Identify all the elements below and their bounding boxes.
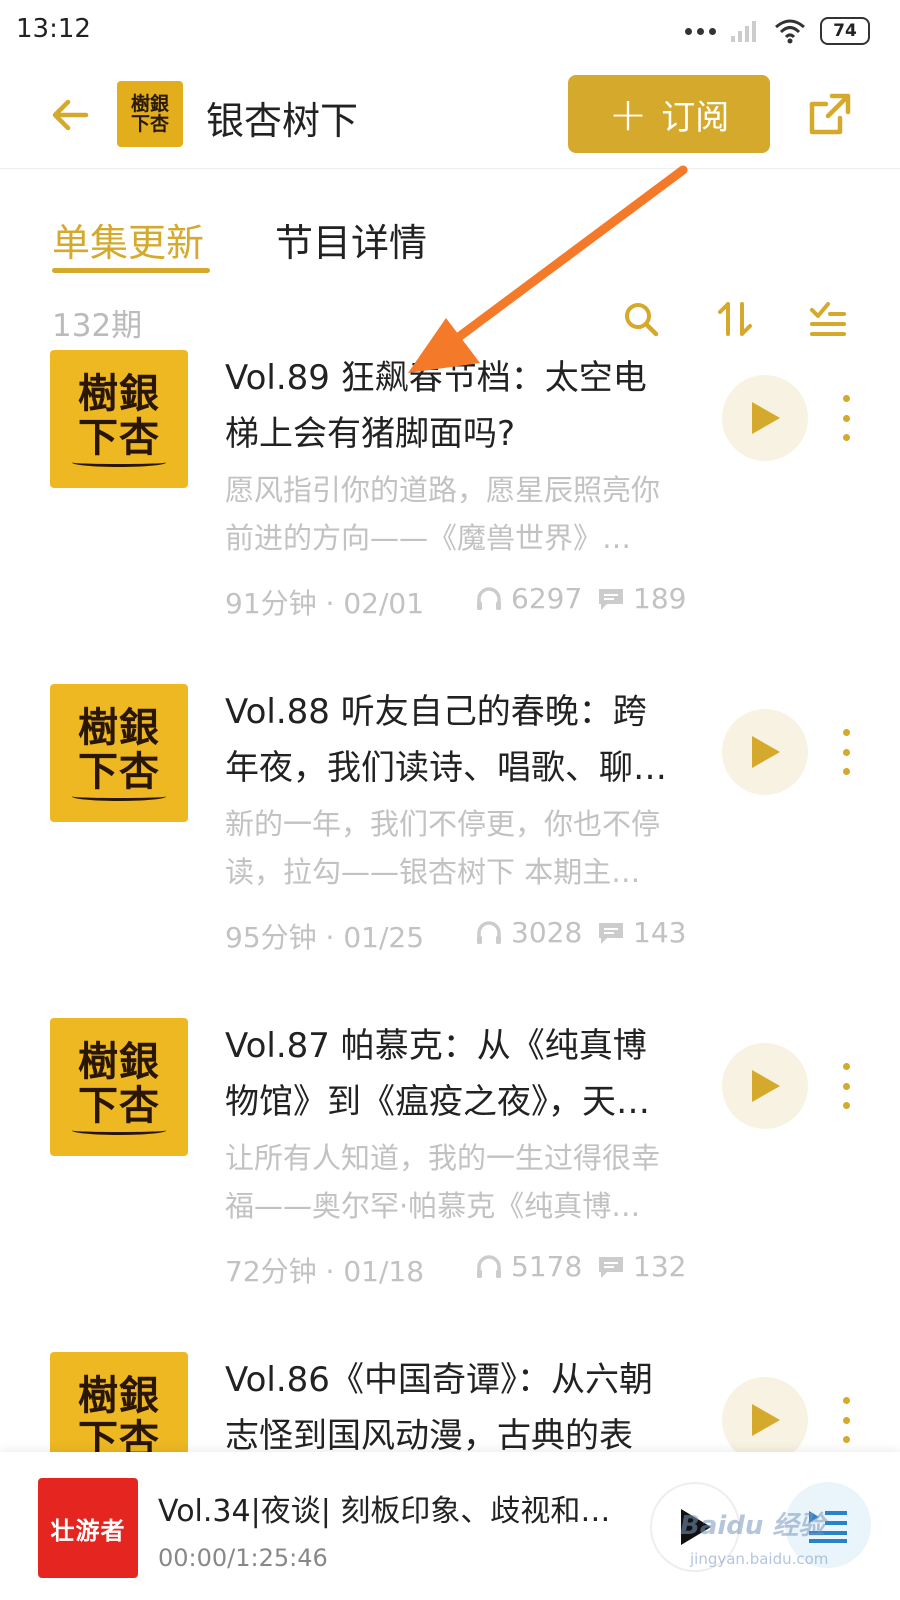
play-count: 5178 bbox=[475, 1250, 582, 1283]
episode-duration-date: 72分钟 · 01/18 bbox=[225, 1255, 425, 1288]
headphones-icon bbox=[477, 920, 501, 944]
play-count: 3028 bbox=[475, 916, 582, 949]
play-count-value: 6297 bbox=[511, 582, 583, 615]
battery-icon: 74 bbox=[820, 17, 870, 45]
more-options-icon[interactable] bbox=[836, 1063, 856, 1109]
player-time: 00:00/1:25:46 bbox=[158, 1544, 328, 1572]
podcast-logo-text: 樹銀 下杏 bbox=[130, 93, 169, 135]
signal-icon bbox=[731, 21, 756, 42]
comment-count-value: 143 bbox=[633, 916, 687, 949]
comment-count: 189 bbox=[597, 582, 686, 615]
list-item[interactable]: 樹銀 下杏 Vol.89 狂飙春节档：太空电梯上会有猪脚面吗? 愿风指引你的道路… bbox=[0, 350, 900, 690]
comment-count-value: 189 bbox=[633, 582, 687, 615]
headphones-icon bbox=[477, 1254, 501, 1278]
episode-meta: 91分钟 · 02/01 6297 189 bbox=[225, 582, 705, 622]
episode-description: 愿风指引你的道路，愿星辰照亮你前进的方向——《魔兽世界》… bbox=[225, 473, 661, 555]
cover-text: 樹銀 下杏 bbox=[78, 1372, 160, 1453]
episode-cover: 樹銀 下杏 bbox=[50, 350, 188, 488]
tab-episode-updates[interactable]: 单集更新 bbox=[52, 212, 204, 267]
search-icon[interactable] bbox=[620, 298, 662, 340]
wifi-icon bbox=[775, 19, 805, 44]
comment-icon bbox=[599, 922, 623, 944]
episode-duration-date: 91分钟 · 02/01 bbox=[225, 587, 425, 620]
play-icon bbox=[752, 1404, 780, 1436]
cover-text: 樹銀 下杏 bbox=[78, 370, 160, 461]
episode-count: 132期 bbox=[52, 308, 143, 344]
player-title[interactable]: Vol.34|夜谈| 刻板印象、歧视和… bbox=[158, 1486, 618, 1530]
share-icon[interactable] bbox=[806, 90, 854, 138]
episode-play-button[interactable] bbox=[722, 375, 808, 461]
page-title: 银杏树下 bbox=[206, 99, 359, 143]
episode-play-button[interactable] bbox=[722, 709, 808, 795]
player-cover: 壮游者 bbox=[38, 1478, 138, 1578]
episode-cover: 樹銀 下杏 bbox=[50, 1352, 188, 1452]
episode-play-button[interactable] bbox=[722, 1377, 808, 1452]
tab-bar: 单集更新 节目详情 bbox=[0, 200, 900, 280]
list-item[interactable]: 樹銀 下杏 Vol.86《中国奇谭》：从六朝志怪到国风动漫，古典的表 bbox=[0, 1352, 900, 1452]
plus-icon: + bbox=[608, 87, 648, 141]
episode-title[interactable]: Vol.86《中国奇谭》：从六朝志怪到国风动漫，古典的表 bbox=[225, 1352, 675, 1452]
book-line bbox=[72, 1126, 166, 1135]
book-line bbox=[72, 458, 166, 467]
status-time: 13:12 bbox=[16, 14, 91, 44]
episode-description: 让所有人知道，我的一生过得很幸福——奥尔罕·帕慕克《纯真博… bbox=[225, 1141, 661, 1223]
book-line bbox=[72, 792, 166, 801]
episode-meta: 95分钟 · 01/25 3028 143 bbox=[225, 916, 705, 956]
app-header: 樹銀 下杏 银杏树下 + 订阅 bbox=[0, 62, 900, 169]
list-item[interactable]: 樹銀 下杏 Vol.88 听友自己的春晚：跨年夜，我们读诗、唱歌、聊… 新的一年… bbox=[0, 684, 900, 1024]
comment-count: 143 bbox=[597, 916, 686, 949]
sort-icon[interactable] bbox=[714, 298, 756, 340]
more-options-icon[interactable] bbox=[836, 395, 856, 441]
more-options-icon[interactable] bbox=[836, 729, 856, 775]
tab-program-details[interactable]: 节目详情 bbox=[275, 212, 427, 267]
play-count-value: 3028 bbox=[511, 916, 583, 949]
comment-icon bbox=[599, 1256, 623, 1278]
cover-text: 樹銀 下杏 bbox=[78, 1038, 160, 1129]
play-icon bbox=[752, 1070, 780, 1102]
status-bar: 13:12 74 bbox=[0, 0, 900, 62]
podcast-logo: 樹銀 下杏 bbox=[117, 81, 183, 147]
comment-count: 132 bbox=[597, 1250, 686, 1283]
status-icons: 74 bbox=[685, 14, 870, 48]
headphones-icon bbox=[477, 586, 501, 610]
play-count-value: 5178 bbox=[511, 1250, 583, 1283]
multi-select-icon[interactable] bbox=[806, 298, 848, 340]
episode-cover: 樹銀 下杏 bbox=[50, 1018, 188, 1156]
play-count: 6297 bbox=[475, 582, 582, 615]
watermark: Baidu 经验 bbox=[680, 1511, 825, 1541]
episode-duration-date: 95分钟 · 01/25 bbox=[225, 921, 425, 954]
episode-title[interactable]: Vol.88 听友自己的春晚：跨年夜，我们读诗、唱歌、聊… bbox=[225, 684, 675, 796]
episode-play-button[interactable] bbox=[722, 1043, 808, 1129]
episode-title[interactable]: Vol.87 帕慕克：从《纯真博物馆》到《瘟疫之夜》，天… bbox=[225, 1018, 675, 1130]
back-arrow-icon[interactable] bbox=[46, 90, 96, 140]
play-icon bbox=[752, 736, 780, 768]
more-dots-icon bbox=[685, 27, 716, 35]
subscribe-button[interactable]: + 订阅 bbox=[568, 75, 770, 153]
list-item[interactable]: 樹銀 下杏 Vol.87 帕慕克：从《纯真博物馆》到《瘟疫之夜》，天… 让所有人… bbox=[0, 1018, 900, 1358]
subscribe-label: 订阅 bbox=[661, 97, 730, 138]
play-icon bbox=[752, 402, 780, 434]
cover-text: 樹銀 下杏 bbox=[78, 704, 160, 795]
comment-count-value: 132 bbox=[633, 1250, 687, 1283]
episode-cover: 樹銀 下杏 bbox=[50, 684, 188, 822]
watermark-url: jingyan.baidu.com bbox=[690, 1550, 829, 1568]
episode-meta: 72分钟 · 01/18 5178 132 bbox=[225, 1250, 705, 1290]
active-tab-indicator bbox=[52, 268, 210, 273]
more-options-icon[interactable] bbox=[836, 1397, 856, 1443]
episode-title[interactable]: Vol.89 狂飙春节档：太空电梯上会有猪脚面吗? bbox=[225, 350, 675, 462]
episode-description: 新的一年，我们不停更，你也不停读，拉勾——银杏树下 本期主… bbox=[225, 807, 661, 889]
comment-icon bbox=[599, 588, 623, 610]
